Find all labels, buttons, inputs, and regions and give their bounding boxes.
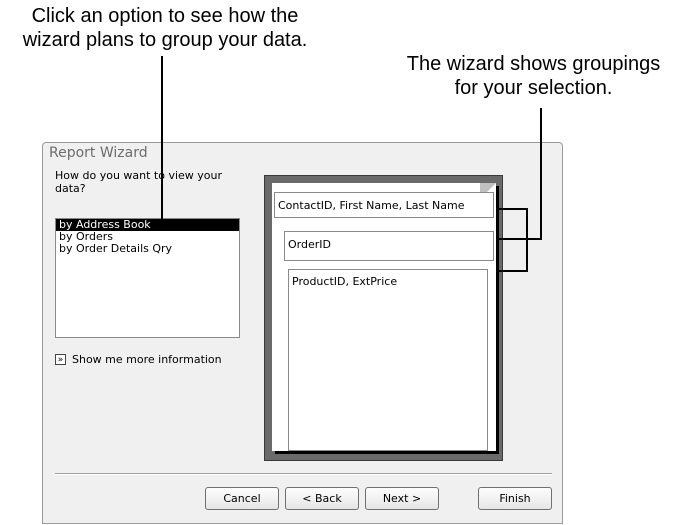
preview-page: ContactID, First Name, Last Name OrderID…	[272, 183, 496, 451]
dialog-title: Report Wizard	[49, 145, 148, 161]
grouping-prompt: How do you want to view your data?	[55, 169, 255, 195]
prompt-line: How do you want to view your	[55, 169, 223, 182]
callout-select-option: Click an option to see how the wizard pl…	[0, 4, 330, 52]
callout-line: Click an option to see how the	[31, 5, 299, 27]
bracket-bottom	[498, 270, 528, 272]
callout-line: The wizard shows groupings	[406, 53, 661, 75]
report-wizard-dialog: Report Wizard How do you want to view yo…	[42, 142, 563, 524]
callout-line: for your selection.	[454, 77, 613, 99]
bracket-vertical	[526, 208, 528, 272]
callout-leader-left	[161, 56, 163, 226]
button-separator	[55, 473, 552, 475]
callout-leader-right	[540, 108, 542, 240]
finish-button[interactable]: Finish	[478, 487, 552, 510]
more-info-label: Show me more information	[72, 353, 222, 366]
callout-line: wizard plans to group your data.	[22, 29, 308, 51]
bracket-top	[498, 208, 528, 210]
back-button[interactable]: < Back	[285, 487, 359, 510]
group-level-2: OrderID	[284, 231, 494, 261]
grouping-preview: ContactID, First Name, Last Name OrderID…	[264, 175, 503, 461]
prompt-line: data?	[55, 182, 86, 195]
next-button[interactable]: Next >	[365, 487, 439, 510]
group-level-3: ProductID, ExtPrice	[288, 269, 488, 451]
show-more-info-link[interactable]: » Show me more information	[55, 353, 222, 366]
list-item-order-details[interactable]: by Order Details Qry	[56, 243, 239, 255]
double-chevron-right-icon: »	[55, 354, 66, 365]
callout-groupings: The wizard shows groupings for your sele…	[388, 52, 679, 100]
bracket-mid	[498, 238, 542, 240]
view-options-listbox[interactable]: by Address Book by Orders by Order Detai…	[55, 218, 240, 338]
group-level-1: ContactID, First Name, Last Name	[274, 192, 494, 218]
cancel-button[interactable]: Cancel	[205, 487, 279, 510]
